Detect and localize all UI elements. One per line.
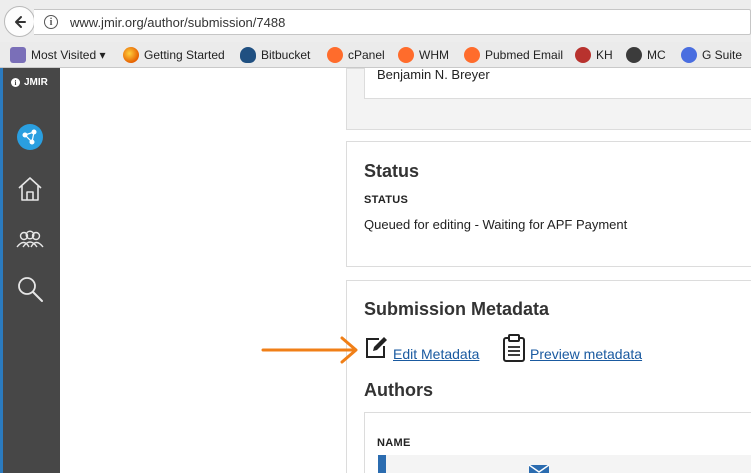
kh-icon bbox=[575, 47, 591, 63]
bookmark-label: KH bbox=[596, 48, 613, 62]
bookmark-label: G Suite bbox=[702, 48, 743, 62]
metadata-title: Submission Metadata bbox=[364, 299, 550, 319]
bookmark-pubmed-email[interactable]: Pubmed Email bbox=[464, 47, 563, 63]
authors-name-header: NAME bbox=[377, 437, 411, 449]
preview-metadata-link[interactable]: Preview metadata bbox=[530, 346, 642, 362]
search-icon[interactable] bbox=[15, 274, 45, 304]
logo-text: JMIR bbox=[24, 77, 48, 88]
journal-logo[interactable]: i JMIR bbox=[11, 77, 48, 88]
bookmark-bitbucket[interactable]: Bitbucket bbox=[240, 47, 310, 63]
envelope-icon[interactable] bbox=[528, 464, 550, 473]
folder-icon bbox=[10, 47, 26, 63]
url-text: www.jmir.org/author/submission/7488 bbox=[70, 15, 286, 30]
bookmark-getting-started[interactable]: Getting Started bbox=[123, 47, 225, 63]
author-row[interactable] bbox=[386, 455, 751, 473]
edit-metadata-link[interactable]: Edit Metadata bbox=[393, 346, 479, 362]
bookmark-label: Bitbucket bbox=[261, 48, 311, 62]
users-icon[interactable] bbox=[15, 225, 45, 255]
url-field[interactable]: i www.jmir.org/author/submission/7488 bbox=[34, 9, 751, 35]
cpanel-icon bbox=[398, 47, 414, 63]
mailchimp-icon bbox=[626, 47, 642, 63]
bookmark-g-suite[interactable]: G Suite bbox=[681, 47, 742, 63]
bitbucket-icon bbox=[240, 47, 256, 63]
author-name: Benjamin N. Breyer bbox=[377, 67, 490, 82]
sidebar-accent bbox=[0, 68, 3, 473]
bookmark-most-visited[interactable]: Most Visited ▾ bbox=[10, 47, 106, 63]
info-icon[interactable]: i bbox=[44, 15, 58, 29]
bookmark-label: Pubmed Email bbox=[485, 48, 564, 62]
status-value: Queued for editing - Waiting for APF Pay… bbox=[364, 217, 628, 232]
status-title: Status bbox=[364, 161, 420, 181]
bookmark-label: cPanel bbox=[348, 48, 385, 62]
dashboard-icon[interactable] bbox=[15, 122, 45, 152]
bookmark-label: Most Visited ▾ bbox=[31, 48, 106, 62]
firefox-icon bbox=[123, 47, 139, 63]
clipboard-icon[interactable] bbox=[502, 334, 526, 362]
cpanel-icon bbox=[327, 47, 343, 63]
back-arrow-icon bbox=[14, 15, 26, 28]
edit-icon[interactable] bbox=[364, 336, 388, 360]
bookmark-label: Getting Started bbox=[144, 48, 225, 62]
info-icon: i bbox=[11, 78, 20, 87]
bookmark-label: WHM bbox=[419, 48, 449, 62]
back-button[interactable] bbox=[4, 6, 35, 37]
annotation-arrow bbox=[261, 336, 358, 364]
bookmark-label: MC bbox=[647, 48, 666, 62]
status-label: STATUS bbox=[364, 194, 409, 206]
bookmark-cpanel[interactable]: cPanel bbox=[327, 47, 385, 63]
bookmarks-bar: Most Visited ▾ Getting Started Bitbucket… bbox=[0, 42, 751, 68]
author-row-accent bbox=[378, 455, 386, 473]
bookmark-mc[interactable]: MC bbox=[626, 47, 666, 63]
cpanel-icon bbox=[464, 47, 480, 63]
home-icon[interactable] bbox=[15, 174, 45, 204]
bookmark-whm[interactable]: WHM bbox=[398, 47, 449, 63]
gsuite-icon bbox=[681, 47, 697, 63]
browser-toolbar: i www.jmir.org/author/submission/7488 bbox=[0, 0, 751, 42]
authors-title: Authors bbox=[364, 380, 433, 400]
bookmark-kh[interactable]: KH bbox=[575, 47, 613, 63]
